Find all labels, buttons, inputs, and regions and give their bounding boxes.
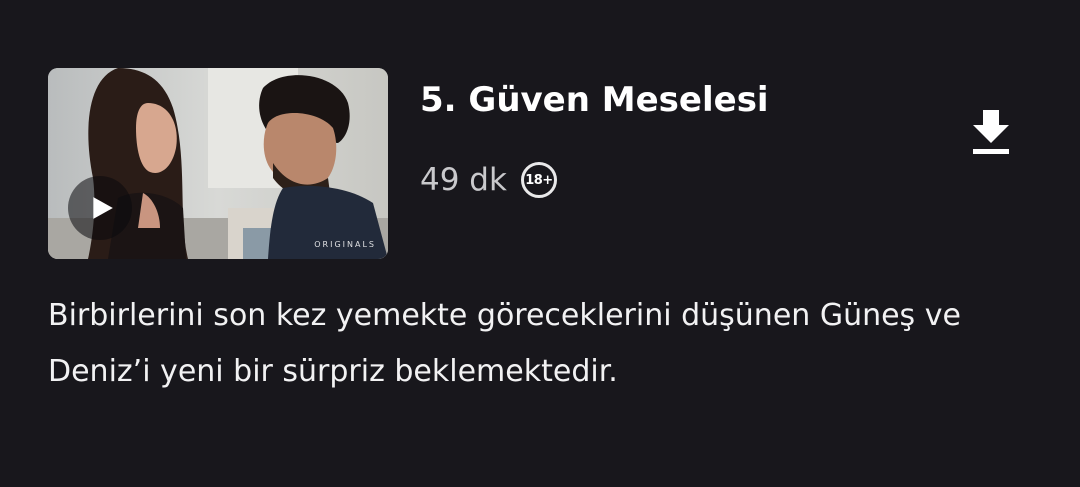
episode-description: Birbirlerini son kez yemekte görecekleri… — [48, 298, 961, 389]
download-button[interactable] — [970, 108, 1012, 156]
episode-card: ORIGINALS 5. Güven Meselesi 49 dk 18+ Bi… — [0, 0, 1080, 487]
play-button[interactable] — [68, 176, 132, 240]
episode-title: 5. Güven Meselesi — [420, 80, 769, 120]
episode-duration: 49 dk — [420, 162, 507, 198]
download-icon — [973, 110, 1009, 154]
episode-meta: 49 dk 18+ — [420, 156, 557, 204]
episode-thumbnail[interactable]: ORIGINALS — [48, 68, 388, 259]
age-rating-badge: 18+ — [520, 162, 557, 198]
play-icon — [93, 197, 113, 219]
originals-badge: ORIGINALS — [314, 240, 376, 249]
